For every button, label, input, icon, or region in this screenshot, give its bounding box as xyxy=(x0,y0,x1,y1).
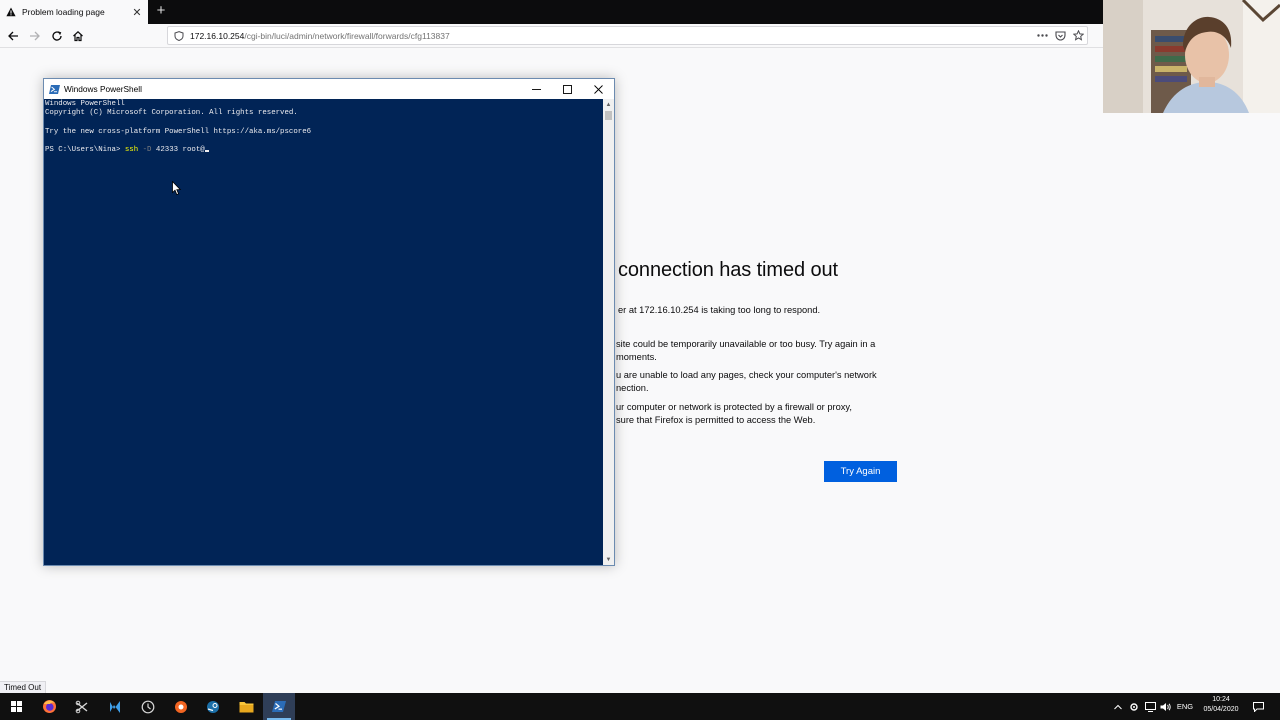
tab-strip: Problem loading page ✕ + xyxy=(0,0,1103,24)
minimize-button[interactable] xyxy=(521,79,552,99)
reload-icon xyxy=(52,31,62,41)
forward-button[interactable] xyxy=(27,28,43,44)
tracking-shield-icon[interactable] xyxy=(174,30,184,41)
prompt-text: PS C:\Users\Nina> xyxy=(45,146,125,154)
taskbar-visual-studio[interactable] xyxy=(99,693,131,720)
show-hidden-icons-button[interactable] xyxy=(1112,693,1124,720)
url-bar[interactable]: 172.16.10.254 /cgi-bin/luci/admin/networ… xyxy=(167,26,1088,45)
url-host: 172.16.10.254 xyxy=(190,30,245,41)
powershell-icon xyxy=(272,701,286,712)
tray-app-icon[interactable] xyxy=(1127,693,1141,720)
warning-icon xyxy=(6,7,16,17)
try-again-button[interactable]: Try Again xyxy=(824,461,897,482)
tab-title: Problem loading page xyxy=(22,7,105,17)
error-bullet-line: sure that Firefox is permitted to access… xyxy=(616,415,816,425)
chevron-up-icon xyxy=(1114,704,1122,709)
console-scrollbar[interactable]: ▲ ▼ xyxy=(603,99,614,565)
page-actions-menu-icon[interactable] xyxy=(1033,29,1051,43)
page-actions xyxy=(1033,29,1087,43)
webcam-overlay xyxy=(1103,0,1280,113)
error-title: connection has timed out xyxy=(618,259,838,281)
powershell-window[interactable]: Windows PowerShell Windows PowerShell Co… xyxy=(43,78,615,566)
close-window-button[interactable] xyxy=(583,79,614,99)
clock-date: 05/04/2020 xyxy=(1203,706,1239,713)
error-bullet-line: u are unable to load any pages, check yo… xyxy=(616,370,877,380)
system-clock[interactable]: 10:24 05/04/2020 xyxy=(1196,695,1246,715)
error-bullet: ur computer or network is protected by a… xyxy=(616,401,906,427)
taskbar-snipping-tool[interactable] xyxy=(66,693,98,720)
url-path: /cgi-bin/luci/admin/network/firewall/for… xyxy=(244,30,450,41)
taskbar-orange-app[interactable] xyxy=(165,693,197,720)
orange-app-icon xyxy=(175,700,187,713)
console-line: Windows PowerShell xyxy=(45,100,125,108)
scroll-up-icon[interactable]: ▲ xyxy=(603,99,614,110)
scroll-down-icon[interactable]: ▼ xyxy=(603,554,614,565)
error-description: er at 172.16.10.254 is taking too long t… xyxy=(618,305,821,315)
back-button[interactable] xyxy=(5,28,21,44)
volume-icon xyxy=(1160,702,1171,711)
minimize-icon xyxy=(532,88,541,90)
error-bullet-line: moments. xyxy=(616,352,657,362)
language-indicator[interactable]: ENG xyxy=(1174,693,1196,720)
webcam-image xyxy=(1103,0,1280,113)
powershell-icon xyxy=(49,84,60,94)
error-bullet: site could be temporarily unavailable or… xyxy=(616,338,906,364)
new-tab-button[interactable]: + xyxy=(153,3,169,19)
close-icon xyxy=(594,84,603,94)
command-name: ssh xyxy=(124,146,139,154)
mouse-pointer-icon xyxy=(172,181,182,196)
error-bullet: u are unable to load any pages, check yo… xyxy=(616,369,906,395)
console-prompt-line[interactable]: PS C:\Users\Nina> ssh -D 42333 root@ xyxy=(45,146,209,155)
clock-time: 10:24 xyxy=(1212,696,1230,703)
pocket-icon[interactable] xyxy=(1051,29,1069,43)
action-center-button[interactable] xyxy=(1249,693,1267,720)
taskbar-file-explorer[interactable] xyxy=(230,693,262,720)
maximize-button[interactable] xyxy=(552,79,583,99)
gear-icon xyxy=(1130,702,1138,711)
firefox-icon xyxy=(42,700,56,713)
powershell-titlebar[interactable]: Windows PowerShell xyxy=(44,79,614,99)
error-bullet-line: ur computer or network is protected by a… xyxy=(616,402,852,412)
clock-app-icon xyxy=(141,700,155,713)
window-controls xyxy=(521,79,614,99)
console-line: Copyright (C) Microsoft Corporation. All… xyxy=(45,109,298,117)
taskbar: ENG 10:24 05/04/2020 xyxy=(0,693,1280,720)
snipping-tool-icon xyxy=(75,700,88,713)
steam-icon xyxy=(207,700,219,713)
bookmark-star-icon[interactable] xyxy=(1069,29,1087,43)
notification-icon xyxy=(1252,701,1264,712)
reload-button[interactable] xyxy=(49,28,65,44)
powershell-title: Windows PowerShell xyxy=(64,84,142,94)
file-explorer-icon xyxy=(239,702,253,713)
start-button[interactable] xyxy=(0,693,32,720)
maximize-icon xyxy=(563,84,572,94)
visual-studio-icon xyxy=(110,700,120,713)
tray-volume[interactable] xyxy=(1158,693,1172,720)
home-icon xyxy=(73,30,83,42)
command-args: 42333 root@ xyxy=(151,146,205,154)
taskbar-clock-app[interactable] xyxy=(132,693,164,720)
tray-device-icon[interactable] xyxy=(1143,693,1157,720)
text-cursor xyxy=(204,150,209,152)
windows-start-icon xyxy=(10,701,22,712)
scrollbar-thumb[interactable] xyxy=(605,111,612,120)
home-button[interactable] xyxy=(70,28,86,44)
taskbar-steam[interactable] xyxy=(197,693,229,720)
command-flag: -D xyxy=(138,146,152,154)
console-line: Try the new cross-platform PowerShell ht… xyxy=(45,128,312,136)
forward-arrow-icon xyxy=(30,31,40,41)
console-output[interactable]: Windows PowerShell Copyright (C) Microso… xyxy=(44,99,603,565)
navigation-toolbar: 172.16.10.254 /cgi-bin/luci/admin/networ… xyxy=(0,24,1103,48)
error-bullet-line: nection. xyxy=(616,383,649,393)
back-arrow-icon xyxy=(8,31,18,41)
tab-problem-loading[interactable]: Problem loading page ✕ xyxy=(0,0,148,24)
taskbar-firefox[interactable] xyxy=(33,693,65,720)
monitor-icon xyxy=(1144,701,1156,712)
close-tab-icon[interactable]: ✕ xyxy=(130,6,144,19)
taskbar-powershell[interactable] xyxy=(263,693,295,720)
error-bullet-line: site could be temporarily unavailable or… xyxy=(616,339,876,349)
